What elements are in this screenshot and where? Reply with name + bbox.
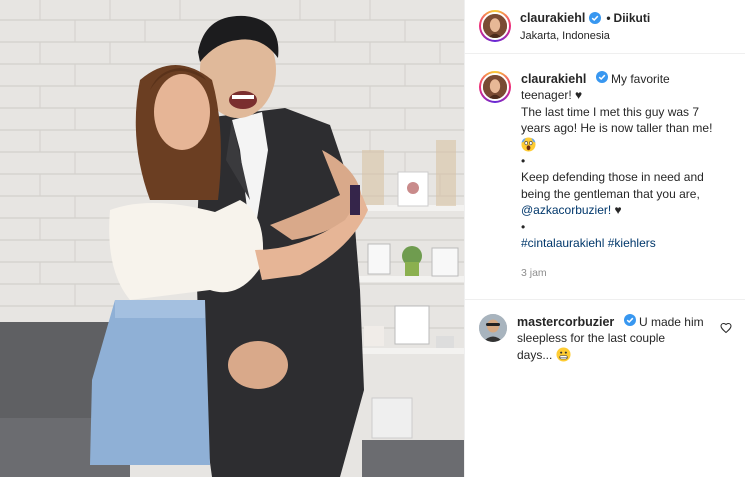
caption-separator-2: •: [521, 219, 526, 234]
caption-line-4: Keep defending those in need and: [521, 170, 704, 185]
mention-tail: ♥: [611, 203, 622, 218]
hashtag-link[interactable]: #kiehlers: [608, 236, 656, 250]
follow-status-button[interactable]: Diikuti: [614, 10, 651, 26]
caption-username[interactable]: claurakiehl: [521, 72, 586, 86]
caption-separator-1: •: [521, 154, 526, 169]
caption-line-5: being the gentleman that you are,: [521, 186, 700, 201]
face-screaming-emoji: [521, 137, 717, 153]
author-username[interactable]: claurakiehl: [520, 10, 585, 26]
comments-section: claurakiehl My favorite teenager! ♥ The …: [465, 54, 745, 363]
caption-line-3: years ago! He is now taller than me!: [521, 121, 713, 136]
post-caption: claurakiehl My favorite teenager! ♥ The …: [479, 71, 731, 282]
post-photo-illustration: [0, 0, 464, 477]
divider: [465, 298, 745, 300]
comment-text-line-2: sleepless for the last couple: [517, 331, 666, 346]
grimacing-face-emoji: [556, 347, 571, 362]
post-side-panel: claurakiehl • Diikuti Jakarta, Indonesia: [464, 0, 745, 477]
caption-author-avatar[interactable]: [479, 71, 511, 103]
post-header: claurakiehl • Diikuti Jakarta, Indonesia: [465, 0, 745, 54]
dot-separator: •: [606, 11, 611, 25]
heart-outline-icon[interactable]: [720, 322, 732, 334]
author-avatar[interactable]: [479, 10, 511, 42]
verified-badge-icon: [595, 71, 608, 83]
mention-link[interactable]: @azkacorbuzier!: [521, 203, 611, 217]
commenter-username[interactable]: mastercorbuzier: [517, 315, 614, 329]
comment-text-line-3: days...: [517, 347, 553, 362]
comment-item: mastercorbuzier U made him sleepless for…: [479, 313, 732, 363]
post-timestamp[interactable]: 3 jam: [521, 265, 717, 281]
instagram-post-modal: claurakiehl • Diikuti Jakarta, Indonesia: [0, 0, 745, 477]
post-photo[interactable]: [0, 0, 464, 477]
commenter-avatar[interactable]: [479, 313, 507, 342]
comment-text-line-1: U made him: [638, 314, 704, 329]
hashtag-link[interactable]: #cintalaurakiehl: [521, 236, 604, 250]
post-location[interactable]: Jakarta, Indonesia: [520, 28, 650, 44]
verified-badge-icon: [589, 12, 602, 24]
verified-badge-icon: [623, 313, 636, 326]
caption-line-2: The last time I met this guy was 7: [521, 104, 700, 119]
